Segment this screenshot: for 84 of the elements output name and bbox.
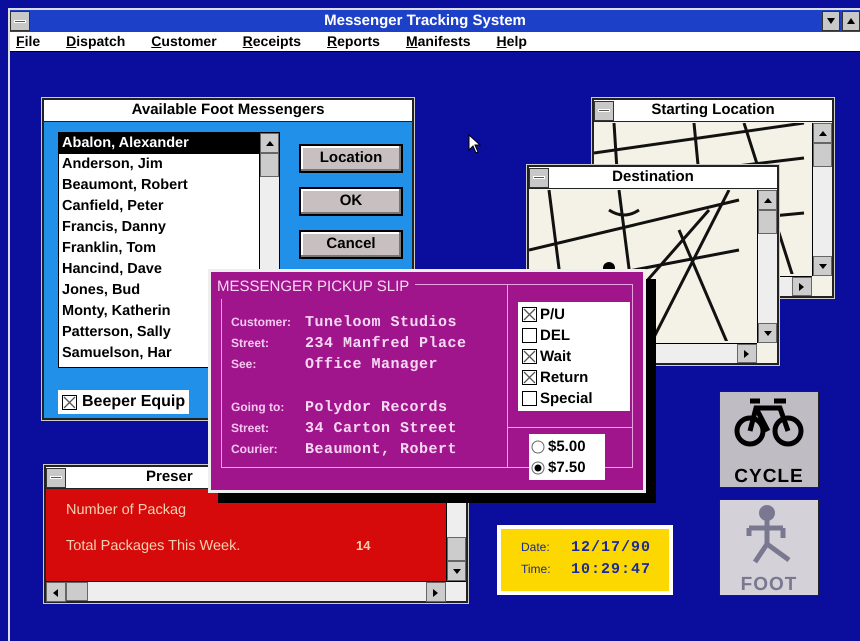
clock-label: Time: xyxy=(521,561,552,578)
scroll-thumb[interactable] xyxy=(813,143,832,167)
clock-value: 10:29:47 xyxy=(571,560,652,580)
checkbox-label: Beeper Equip xyxy=(82,392,186,412)
menu-item[interactable]: Dispatch xyxy=(64,31,128,52)
field-label: Going to: xyxy=(231,399,286,416)
checkbox-label: DEL xyxy=(540,326,570,346)
beeper-checkbox[interactable] xyxy=(62,394,77,410)
stat-label: Number of Packag xyxy=(66,501,188,520)
checkbox-label: P/U xyxy=(540,305,566,325)
control-menu-button[interactable] xyxy=(594,100,614,120)
maximize-button[interactable] xyxy=(842,11,860,31)
field-value: Tuneloom Studios xyxy=(305,313,458,333)
clock-value: 12/17/90 xyxy=(571,538,652,558)
list-item[interactable]: Francis, Danny xyxy=(59,217,259,238)
checkbox[interactable] xyxy=(522,328,537,343)
checkbox[interactable] xyxy=(522,370,537,385)
location-button[interactable]: Location xyxy=(299,144,403,173)
control-menu-button[interactable] xyxy=(46,468,66,488)
list-item[interactable]: Canfield, Peter xyxy=(59,196,259,217)
checkbox[interactable] xyxy=(522,349,537,364)
list-item[interactable]: Franklin, Tom xyxy=(59,238,259,259)
control-menu-button[interactable] xyxy=(10,11,30,31)
list-item[interactable]: Beaumont, Robert xyxy=(59,175,259,196)
field-value: 34 Carton Street xyxy=(305,419,458,439)
map-window-title: Starting Location xyxy=(650,100,776,120)
field-value: Polydor Records xyxy=(305,398,448,418)
window-title: Preser xyxy=(145,467,194,488)
scroll-up-button[interactable] xyxy=(260,133,279,153)
scroll-thumb[interactable] xyxy=(66,582,88,601)
window-title: Messenger Tracking System xyxy=(323,10,527,31)
dialog-title: Available Foot Messengers xyxy=(130,100,326,120)
radio-button[interactable] xyxy=(531,440,545,454)
cancel-button[interactable]: Cancel xyxy=(299,230,403,259)
checkbox-label: Wait xyxy=(540,347,572,367)
menu-item[interactable]: Customer xyxy=(149,31,219,52)
radio-button[interactable] xyxy=(531,460,545,474)
list-item[interactable]: Anderson, Jim xyxy=(59,154,259,175)
scroll-left-button[interactable] xyxy=(46,582,66,602)
menu-item[interactable]: Manifests xyxy=(404,31,473,52)
scroll-right-button[interactable] xyxy=(792,277,812,296)
menu-item[interactable]: File xyxy=(14,31,42,52)
scroll-thumb[interactable] xyxy=(260,153,279,177)
radio-label: $7.50 xyxy=(548,458,586,478)
field-value: Beaumont, Robert xyxy=(305,440,458,460)
field-label: See: xyxy=(231,356,258,373)
field-label: Street: xyxy=(231,420,270,437)
field-label: Courier: xyxy=(231,441,279,458)
field-value: 234 Manfred Place xyxy=(305,334,467,354)
ok-button[interactable]: OK xyxy=(299,187,403,216)
bicycle-icon xyxy=(734,396,804,448)
checkbox-label: Special xyxy=(540,389,593,409)
scroll-right-button[interactable] xyxy=(426,582,446,602)
stat-label: Total Packages This Week. xyxy=(66,537,242,556)
control-menu-button[interactable] xyxy=(529,168,549,188)
checkbox-label: Return xyxy=(540,368,588,388)
menu-item[interactable]: Reports xyxy=(325,31,382,52)
field-label: Customer: xyxy=(231,314,292,331)
scroll-down-button[interactable] xyxy=(447,561,466,581)
scroll-down-button[interactable] xyxy=(813,256,832,276)
scroll-down-button[interactable] xyxy=(758,323,777,343)
clock-label: Date: xyxy=(521,539,551,556)
mouse-pointer-icon xyxy=(468,134,482,154)
caret-up-icon xyxy=(846,17,856,25)
caret-down-icon xyxy=(826,17,836,25)
scroll-up-button[interactable] xyxy=(758,190,777,210)
checkbox[interactable] xyxy=(522,391,537,406)
mode-tile[interactable]: CYCLE xyxy=(719,391,819,488)
stat-value: 14 xyxy=(356,537,370,555)
scroll-up-button[interactable] xyxy=(813,123,832,143)
scroll-thumb[interactable] xyxy=(758,210,777,234)
menu-item[interactable]: Receipts xyxy=(240,31,304,52)
list-item[interactable]: Abalon, Alexander xyxy=(59,133,259,154)
radio-label: $5.00 xyxy=(548,437,586,457)
field-label: Street: xyxy=(231,335,270,352)
tile-label: FOOT xyxy=(740,575,798,595)
checkbox[interactable] xyxy=(522,307,537,322)
map-window-title: Destination xyxy=(611,167,695,188)
minimize-button[interactable] xyxy=(822,11,840,31)
scroll-thumb[interactable] xyxy=(447,537,466,561)
menu-item[interactable]: Help xyxy=(494,31,529,52)
field-value: Office Manager xyxy=(305,355,438,375)
scroll-right-button[interactable] xyxy=(737,344,757,363)
tile-label: CYCLE xyxy=(734,467,804,487)
